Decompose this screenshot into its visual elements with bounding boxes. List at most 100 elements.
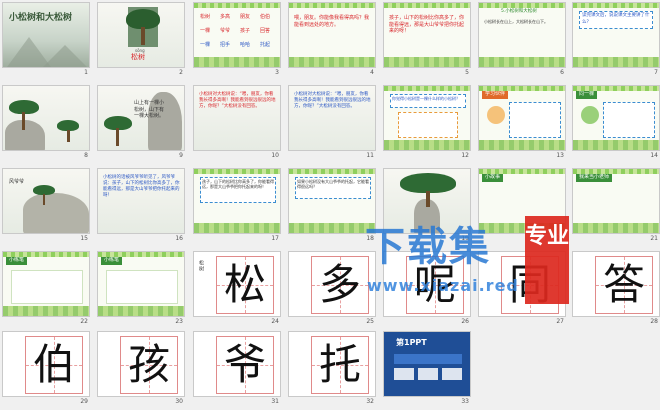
slide-number: 19 <box>461 235 469 242</box>
slide-number: 9 <box>179 152 183 159</box>
slide-22-thumbnail[interactable]: 小练笔 <box>2 251 90 317</box>
slide-number: 23 <box>175 318 183 325</box>
word-10: 招手 <box>220 42 231 48</box>
slide-6-thumbnail[interactable]: 5.小松树和大松树 小松树长在山上，大松树长在山下。 <box>478 2 566 68</box>
slide-1: 小松树和大松树 1 <box>2 2 90 82</box>
slide-33: 第1PPT 33 <box>383 331 471 410</box>
caption-text: 松树 <box>131 53 145 61</box>
slide-29-thumbnail[interactable]: 伯 <box>2 331 90 397</box>
slide-9-thumbnail[interactable]: 山上有一棵小松树，山下有一棵大松树。 <box>97 85 185 151</box>
slide-27: 同 27 <box>478 251 566 331</box>
slide-20-label: 小故事 <box>482 173 504 182</box>
slide-number: 28 <box>650 318 658 325</box>
slide-28-char: 答 <box>602 260 645 309</box>
slide-23-thumbnail[interactable]: 小练笔 <box>97 251 185 317</box>
slide-26: 呢 26 <box>383 251 471 331</box>
slide-30-char: 孩 <box>127 340 170 389</box>
slide-22: 小练笔 22 <box>2 251 90 331</box>
slide-number: 24 <box>271 318 279 325</box>
slide-15-thumbnail[interactable]: 风爷爷 <box>2 168 90 234</box>
slide-14-label: 同一棵 <box>576 90 598 99</box>
slide-10-thumbnail[interactable]: 小松树对大松树说：“喂，朋友，你看我长得多高啊！我能看到很远很远的地方，你呢？”… <box>193 85 281 151</box>
slide-number: 21 <box>650 235 658 242</box>
slide-number: 33 <box>461 398 469 405</box>
slide-26-thumbnail[interactable]: 呢 <box>383 251 471 317</box>
word-9: 一棵 <box>200 42 211 48</box>
slide-20-thumbnail[interactable]: 小故事 <box>478 168 566 234</box>
slide-21-thumbnail[interactable]: 我来当小老师 <box>572 168 660 234</box>
slide-6-text: 小松树长在山上，大松树长在山下。 <box>484 19 548 24</box>
slide-27-char: 同 <box>508 260 551 309</box>
slide-11-thumbnail[interactable]: 小松树对大松树说：“喂，朋友，你看我长得多高啊！我能看到很远很远的地方，你呢？”… <box>288 85 376 151</box>
slide-number: 17 <box>271 235 279 242</box>
slide-23-label: 小练笔 <box>101 256 123 265</box>
slide-5-thumbnail[interactable]: 孩子，山下的松树比你高多了，你能看得远，那是大山爷爷把你托起来的呀！ <box>383 2 471 68</box>
slide-24-thumbnail[interactable]: 松树 松 <box>193 251 281 317</box>
slide-2: sōng 松树 2 <box>97 2 185 82</box>
slide-33-brand: 第1PPT <box>396 338 427 347</box>
slide-8-thumbnail[interactable] <box>2 85 90 151</box>
slide-18: 如果小松树没有大山爷爷的托起，它能看得很远吗？ 18 <box>288 168 376 248</box>
slide-31-char: 爷 <box>223 340 266 389</box>
slide-29-char: 伯 <box>32 340 75 389</box>
slide-12-text: 你觉得小松树是一棵什么样的小松树？ <box>392 96 460 101</box>
slide-number: 31 <box>271 398 279 405</box>
slide-number: 5 <box>465 69 469 76</box>
slide-23: 小练笔 23 <box>97 251 185 331</box>
slide-20: 小故事 20 <box>478 168 566 248</box>
slide-25-thumbnail[interactable]: 多 <box>288 251 376 317</box>
slide-11: 小松树对大松树说：“喂，朋友，你看我长得多高啊！我能看到很远很远的地方，你呢？”… <box>288 85 376 165</box>
slide-9-text: 山上有一棵小松树，山下有一棵大松树。 <box>134 100 165 119</box>
slide-21-label: 我来当小老师 <box>576 173 613 182</box>
slide-24: 松树 松 24 <box>193 251 281 331</box>
slide-number: 6 <box>560 69 564 76</box>
slide-24-char: 松 <box>223 260 266 309</box>
slide-13: 学习伙伴 13 <box>478 85 566 165</box>
slide-13-label: 学习伙伴 <box>482 90 509 99</box>
slide-19: 19 <box>383 168 471 248</box>
slide-16: 小松树的话被风爷爷听见了，风爷爷说：孩子，山下的松树比你高多了，你能看得远，那是… <box>97 168 185 248</box>
slide-13-thumbnail[interactable]: 学习伙伴 <box>478 85 566 151</box>
slide-15-text: 风爷爷 <box>9 179 25 185</box>
slide-number: 15 <box>80 235 88 242</box>
slide-sorter: 小松树和大松树 1 sōng 松树 2 松树 多高 朋友 伯伯 一棵 爷爷 孩子… <box>0 0 660 410</box>
word-4: 伯伯 <box>260 14 271 20</box>
slide-6-title: 5.小松树和大松树 <box>501 9 537 14</box>
slide-31-thumbnail[interactable]: 爷 <box>193 331 281 397</box>
slide-number: 2 <box>179 69 183 76</box>
slide-4-thumbnail[interactable]: 喂，朋友。你能像我看得高吗？我能看到远处的地方。 <box>288 2 376 68</box>
word-6: 爷爷 <box>220 28 231 34</box>
slide-4: 喂，朋友。你能像我看得高吗？我能看到远处的地方。 4 <box>288 2 376 82</box>
slide-12-thumbnail[interactable]: 你觉得小松树是一棵什么样的小松树？ <box>383 85 471 151</box>
slide-number: 22 <box>80 318 88 325</box>
slide-1-thumbnail[interactable]: 小松树和大松树 <box>2 2 90 68</box>
slide-22-label: 小练笔 <box>6 256 28 265</box>
slide-27-thumbnail[interactable]: 同 <box>478 251 566 317</box>
word-12: 托起 <box>260 42 271 48</box>
slide-15: 风爷爷 15 <box>2 168 90 248</box>
slide-25-char: 多 <box>318 260 361 309</box>
slide-30-thumbnail[interactable]: 孩 <box>97 331 185 397</box>
slide-11-text: 小松树对大松树说：“喂，朋友，你看我长得多高啊！我能看到很远很远的地方，你呢？”… <box>294 92 371 109</box>
slide-7-thumbnail[interactable]: 读完课文后，说说课文主要讲了什么？ <box>572 2 660 68</box>
slide-19-thumbnail[interactable] <box>383 168 471 234</box>
slide-14-thumbnail[interactable]: 同一棵 <box>572 85 660 151</box>
slide-28-thumbnail[interactable]: 答 <box>572 251 660 317</box>
slide-28: 答 28 <box>572 251 660 331</box>
slide-26-char: 呢 <box>413 260 456 309</box>
slide-number: 29 <box>80 398 88 405</box>
slide-33-thumbnail[interactable]: 第1PPT <box>383 331 471 397</box>
slide-2-thumbnail[interactable]: sōng 松树 <box>97 2 185 68</box>
slide-7-text: 读完课文后，说说课文主要讲了什么？ <box>582 13 650 25</box>
slide-number: 4 <box>370 69 374 76</box>
slide-17: 孩子，山下的松树比你高多了，你能看得远，那是大山爷爷把你托起来的呀！ 17 <box>193 168 281 248</box>
slide-16-thumbnail[interactable]: 小松树的话被风爷爷听见了，风爷爷说：孩子，山下的松树比你高多了，你能看得远，那是… <box>97 168 185 234</box>
slide-32-thumbnail[interactable]: 托 <box>288 331 376 397</box>
slide-17-thumbnail[interactable]: 孩子，山下的松树比你高多了，你能看得远，那是大山爷爷把你托起来的呀！ <box>193 168 281 234</box>
slide-number: 13 <box>556 152 564 159</box>
slide-18-thumbnail[interactable]: 如果小松树没有大山爷爷的托起，它能看得很远吗？ <box>288 168 376 234</box>
slide-3-thumbnail[interactable]: 松树 多高 朋友 伯伯 一棵 爷爷 孩子 回答 一棵 招手 哈哈 托起 <box>193 2 281 68</box>
slide-4-text: 喂，朋友。你能像我看得高吗？我能看到远处的地方。 <box>294 15 370 28</box>
slide-16-text: 小松树的话被风爷爷听见了，风爷爷说：孩子，山下的松树比你高多了，你能看得远，那是… <box>103 175 180 198</box>
word-11: 哈哈 <box>240 42 251 48</box>
